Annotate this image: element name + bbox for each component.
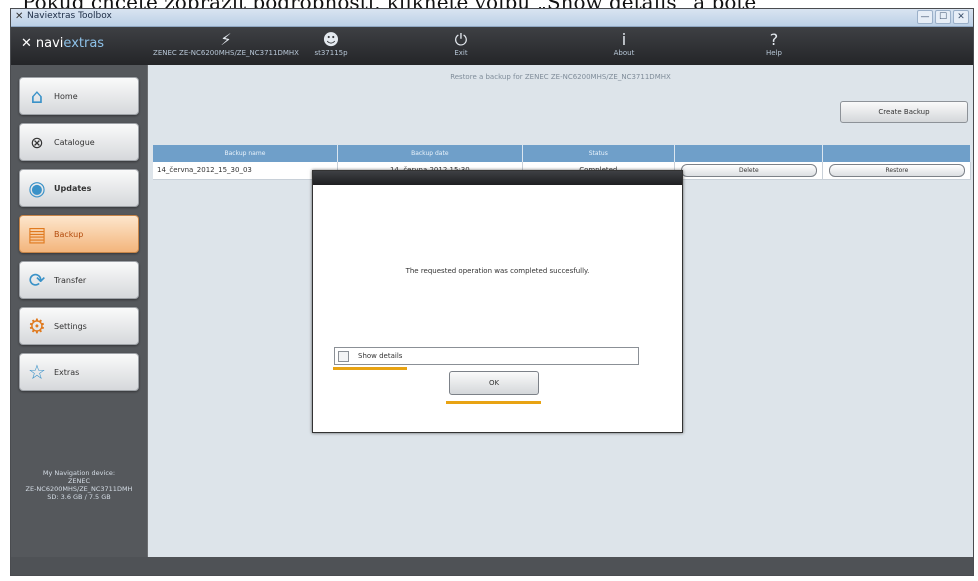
- show-details-checkbox[interactable]: [338, 351, 349, 362]
- page-title: Restore a backup for ZENEC ZE-NC6200MHS/…: [450, 73, 671, 81]
- table-header: Backup name Backup date Status: [153, 145, 972, 162]
- help-tool-label: Help: [766, 49, 782, 57]
- device-info-heading: My Navigation device:: [42, 469, 116, 477]
- highlight-underline-details: [333, 367, 407, 370]
- transfer-icon: ⟳: [28, 268, 46, 292]
- sidebar-item-label: Extras: [54, 367, 80, 377]
- sidebar-item-label: Catalogue: [54, 137, 95, 147]
- about-tool-label: About: [613, 49, 635, 57]
- sidebar-item-label: Transfer: [54, 275, 87, 285]
- header-action-delete: [674, 145, 823, 162]
- catalogue-icon: ⊗: [30, 132, 44, 152]
- status-bar: [11, 557, 973, 575]
- sidebar-item-label: Backup: [54, 229, 84, 239]
- show-details-toggle[interactable]: Show details: [334, 347, 639, 365]
- sidebar: ⌂ Home ⊗ Catalogue ◉ Updates ▤ Backup ⟳ …: [11, 65, 147, 557]
- create-backup-button[interactable]: Create Backup: [840, 101, 968, 123]
- sidebar-item-label: Home: [54, 91, 78, 101]
- header-status[interactable]: Status: [522, 145, 675, 162]
- exit-tool[interactable]: ⏻ Exit: [431, 30, 491, 58]
- delete-button[interactable]: Delete: [680, 164, 817, 177]
- help-icon: ?: [769, 30, 779, 49]
- backup-icon: ▤: [27, 222, 47, 246]
- settings-icon: ⚙: [28, 314, 46, 338]
- header-action-restore: [822, 145, 972, 162]
- sidebar-item-settings[interactable]: ⚙ Settings: [19, 307, 139, 345]
- completion-dialog: The requested operation was completed su…: [312, 170, 683, 433]
- sidebar-item-transfer[interactable]: ⟳ Transfer: [19, 261, 139, 299]
- exit-tool-label: Exit: [454, 49, 468, 57]
- window-controls: — ☐ ✕: [917, 10, 969, 24]
- device-info-storage: SD: 3.6 GB / 7.5 GB: [47, 493, 111, 501]
- sidebar-item-backup[interactable]: ▤ Backup: [19, 215, 139, 253]
- sidebar-item-extras[interactable]: ☆ Extras: [19, 353, 139, 391]
- brand-logo: ✕ naviextras: [21, 36, 104, 51]
- help-tool[interactable]: ? Help: [744, 30, 804, 58]
- device-info-model: ZE-NC6200MHS/ZE_NC3711DMH: [25, 485, 133, 493]
- cell-delete: Delete: [674, 162, 823, 180]
- title-bar: ✕ Naviextras Toolbox — ☐ ✕: [11, 9, 973, 27]
- home-icon: ⌂: [30, 84, 44, 108]
- about-tool[interactable]: i About: [594, 30, 654, 58]
- close-button[interactable]: ✕: [953, 10, 969, 24]
- header-backup-name[interactable]: Backup name: [153, 145, 338, 162]
- sidebar-item-updates[interactable]: ◉ Updates: [19, 169, 139, 207]
- plug-icon: ⚡: [220, 30, 232, 49]
- sidebar-item-label: Settings: [54, 321, 87, 331]
- user-tool-label: st37115p: [314, 49, 348, 57]
- show-details-label: Show details: [358, 352, 403, 360]
- restore-button[interactable]: Restore: [828, 164, 965, 177]
- device-tool-label: ZENEC ZE-NC6200MHS/ZE_NC3711DMHX: [153, 49, 299, 57]
- user-tool[interactable]: ☻ st37115p: [301, 30, 361, 58]
- sidebar-item-label: Updates: [54, 183, 92, 193]
- top-toolbar: ✕ naviextras ⚡ ZENEC ZE-NC6200MHS/ZE_NC37…: [11, 27, 973, 65]
- sidebar-item-home[interactable]: ⌂ Home: [19, 77, 139, 115]
- brand-name-a: navi: [35, 36, 64, 51]
- window-title: Naviextras Toolbox: [27, 11, 112, 21]
- user-icon: ☻: [322, 30, 340, 49]
- extras-icon: ☆: [28, 360, 46, 384]
- updates-icon: ◉: [28, 176, 46, 200]
- brand-x-icon: ✕: [21, 36, 32, 51]
- ok-button[interactable]: OK: [449, 371, 539, 395]
- device-info: My Navigation device: ZENEC ZE-NC6200MHS…: [11, 469, 147, 501]
- dialog-message: The requested operation was completed su…: [405, 267, 590, 275]
- highlight-underline-ok: [446, 401, 541, 404]
- power-icon: ⏻: [454, 30, 468, 49]
- app-logo-icon: ✕: [15, 11, 24, 22]
- sidebar-item-catalogue[interactable]: ⊗ Catalogue: [19, 123, 139, 161]
- minimize-button[interactable]: —: [917, 10, 933, 24]
- dialog-header: [313, 171, 682, 185]
- cell-restore: Restore: [822, 162, 971, 180]
- header-backup-date[interactable]: Backup date: [337, 145, 523, 162]
- device-tool[interactable]: ⚡ ZENEC ZE-NC6200MHS/ZE_NC3711DMHX: [151, 30, 301, 58]
- info-icon: i: [621, 30, 627, 49]
- maximize-button[interactable]: ☐: [935, 10, 951, 24]
- brand-name-b: extras: [63, 36, 105, 51]
- cell-backup-name: 14_června_2012_15_30_03: [153, 162, 338, 180]
- device-info-brand: ZENEC: [67, 477, 91, 485]
